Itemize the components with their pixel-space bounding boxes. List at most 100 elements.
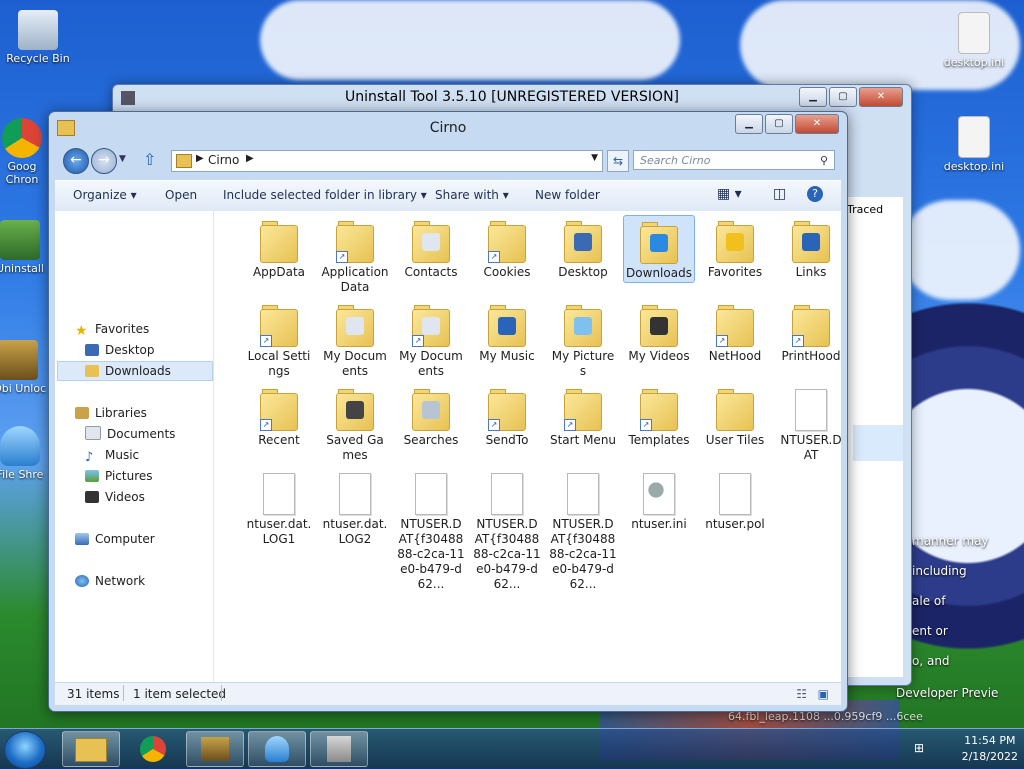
- folder-icon: ↗: [792, 303, 830, 347]
- folder-item[interactable]: ↗ PrintHood: [775, 299, 847, 364]
- item-label: Start Menu: [549, 433, 617, 447]
- details-view-icon[interactable]: ☷: [796, 687, 807, 701]
- folder-item[interactable]: ↗ Start Menu: [547, 383, 619, 448]
- item-label: NTUSER.DAT{f3048888-c2ca-11e0-b479-d62..…: [397, 517, 465, 591]
- folder-item[interactable]: ↗ SendTo: [471, 383, 543, 448]
- folder-item[interactable]: My Documents: [319, 299, 391, 379]
- system-clock[interactable]: 11:54 PM 2/18/2022: [962, 733, 1018, 765]
- nav-videos[interactable]: Videos: [85, 487, 145, 507]
- folder-item[interactable]: AppData: [243, 215, 315, 280]
- folder-item[interactable]: ↗ Application Data: [319, 215, 391, 295]
- taskbar-unlocker[interactable]: [310, 731, 368, 767]
- folder-item[interactable]: ↗ Recent: [243, 383, 315, 448]
- close-button[interactable]: ✕: [859, 87, 903, 107]
- file-item[interactable]: ntuser.ini: [623, 467, 695, 532]
- nav-music[interactable]: ♪ Music: [85, 445, 139, 465]
- column-header-traced[interactable]: Traced: [847, 203, 883, 216]
- address-dropdown-icon[interactable]: ▼: [591, 153, 598, 163]
- taskbar-winrar[interactable]: [186, 731, 244, 767]
- desktop-icon-desktop-ini-2[interactable]: desktop.ini: [938, 116, 1010, 173]
- desktop-icon-chrome[interactable]: Goog Chron: [0, 118, 52, 186]
- folder-item[interactable]: My Videos: [623, 299, 695, 364]
- nav-downloads[interactable]: Downloads: [85, 361, 171, 381]
- item-label: NTUSER.DAT{f3048888-c2ca-11e0-b479-d62..…: [549, 517, 617, 591]
- minimize-button[interactable]: ▁: [735, 114, 763, 134]
- taskbar-file-shredder[interactable]: [248, 731, 306, 767]
- desktop-icon-file-shredder[interactable]: File Shre: [0, 426, 50, 481]
- large-icons-view-icon[interactable]: ▣: [818, 687, 829, 701]
- folder-item[interactable]: Links: [775, 215, 847, 280]
- share-with-button[interactable]: Share with ▾: [435, 188, 509, 202]
- organize-button[interactable]: Organize ▾: [73, 188, 137, 202]
- maximize-button[interactable]: ▢: [765, 114, 793, 134]
- help-icon[interactable]: ?: [807, 186, 823, 202]
- item-label: NTUSER.DAT{f3048888-c2ca-11e0-b479-d62..…: [473, 517, 541, 591]
- folder-item[interactable]: ↗ My Documents: [395, 299, 467, 379]
- back-button[interactable]: ←: [63, 148, 89, 174]
- file-item[interactable]: NTUSER.DAT{f3048888-c2ca-11e0-b479-d62..…: [395, 467, 467, 592]
- selected-row[interactable]: [853, 425, 903, 461]
- explorer-window[interactable]: Cirno ▁ ▢ ✕ ← → ▼ ⇧ ▶ Cirno ▶ ▼ ⇆ Search…: [48, 111, 848, 712]
- folder-item[interactable]: My Pictures: [547, 299, 619, 379]
- desktop-icon-uninstall[interactable]: Uninstall: [0, 220, 50, 275]
- start-button[interactable]: [4, 731, 46, 769]
- file-item[interactable]: NTUSER.DAT{f3048888-c2ca-11e0-b479-d62..…: [547, 467, 619, 592]
- file-item[interactable]: ntuser.dat.LOG1: [243, 467, 315, 547]
- folder-item[interactable]: My Music: [471, 299, 543, 364]
- recent-pages-chevron-icon[interactable]: ▼: [119, 154, 126, 164]
- new-folder-button[interactable]: New folder: [535, 188, 600, 202]
- folder-icon: ↗: [260, 303, 298, 347]
- nav-documents[interactable]: Documents: [85, 424, 175, 444]
- view-options-icon[interactable]: ▦ ▾: [717, 186, 742, 202]
- address-bar[interactable]: ▶ Cirno ▶ ▼: [171, 150, 603, 172]
- folder-item[interactable]: Searches: [395, 383, 467, 448]
- nav-computer[interactable]: Computer: [75, 529, 155, 549]
- taskbar-chrome[interactable]: [124, 731, 182, 767]
- breadcrumb-chevron-icon[interactable]: ▶: [246, 153, 254, 164]
- refresh-button[interactable]: ⇆: [607, 150, 629, 172]
- folder-icon: ↗: [336, 219, 374, 263]
- folder-item[interactable]: Favorites: [699, 215, 771, 280]
- breadcrumb-cirno[interactable]: Cirno: [208, 153, 239, 167]
- taskbar-explorer[interactable]: [62, 731, 120, 767]
- folder-icon: ↗: [260, 387, 298, 431]
- folder-item[interactable]: Desktop: [547, 215, 619, 280]
- file-item[interactable]: ntuser.dat.LOG2: [319, 467, 391, 547]
- network-tray-icon[interactable]: ⊞: [914, 741, 924, 755]
- shortcut-arrow-icon: ↗: [412, 335, 424, 347]
- item-label: Saved Games: [326, 433, 384, 462]
- folder-item[interactable]: ↗ Local Settings: [243, 299, 315, 379]
- settings-file-icon: [643, 473, 675, 515]
- file-item[interactable]: NTUSER.DAT{f3048888-c2ca-11e0-b479-d62..…: [471, 467, 543, 592]
- forward-button[interactable]: →: [91, 148, 117, 174]
- nav-libraries[interactable]: Libraries: [75, 403, 147, 423]
- nav-network[interactable]: Network: [75, 571, 145, 591]
- folder-item[interactable]: ↗ NetHood: [699, 299, 771, 364]
- desktop-icon-iobit-unlocker[interactable]: IObi Unloc: [0, 340, 48, 395]
- breadcrumb-chevron-icon[interactable]: ▶: [196, 153, 204, 164]
- file-item[interactable]: NTUSER.DAT: [775, 383, 847, 463]
- include-in-library-button[interactable]: Include selected folder in library ▾: [223, 188, 427, 202]
- open-button[interactable]: Open: [165, 188, 197, 202]
- folder-item[interactable]: ↗ Cookies: [471, 215, 543, 280]
- minimize-button[interactable]: ▁: [799, 87, 827, 107]
- up-arrow-icon[interactable]: ⇧: [143, 150, 156, 169]
- desktop-icon-recycle-bin[interactable]: Recycle Bin: [2, 10, 74, 65]
- folder-item[interactable]: ↗ Templates: [623, 383, 695, 448]
- nav-pictures[interactable]: Pictures: [85, 466, 153, 486]
- folder-item[interactable]: Saved Games: [319, 383, 391, 463]
- file-item[interactable]: ntuser.pol: [699, 467, 771, 532]
- nav-favorites[interactable]: ★ Favorites: [75, 319, 149, 339]
- nav-desktop[interactable]: Desktop: [85, 340, 155, 360]
- folder-item[interactable]: Contacts: [395, 215, 467, 280]
- folder-icon: [412, 387, 450, 431]
- folder-item[interactable]: Downloads: [623, 215, 695, 283]
- item-label: Links: [795, 265, 827, 279]
- shortcut-arrow-icon: ↗: [336, 251, 348, 263]
- close-button[interactable]: ✕: [795, 114, 839, 134]
- desktop-icon-desktop-ini-1[interactable]: desktop.ini: [938, 12, 1010, 69]
- maximize-button[interactable]: ▢: [829, 87, 857, 107]
- preview-pane-icon[interactable]: ◫: [773, 186, 786, 202]
- search-input[interactable]: Search Cirno ⚲: [633, 150, 835, 170]
- folder-item[interactable]: User Tiles: [699, 383, 771, 448]
